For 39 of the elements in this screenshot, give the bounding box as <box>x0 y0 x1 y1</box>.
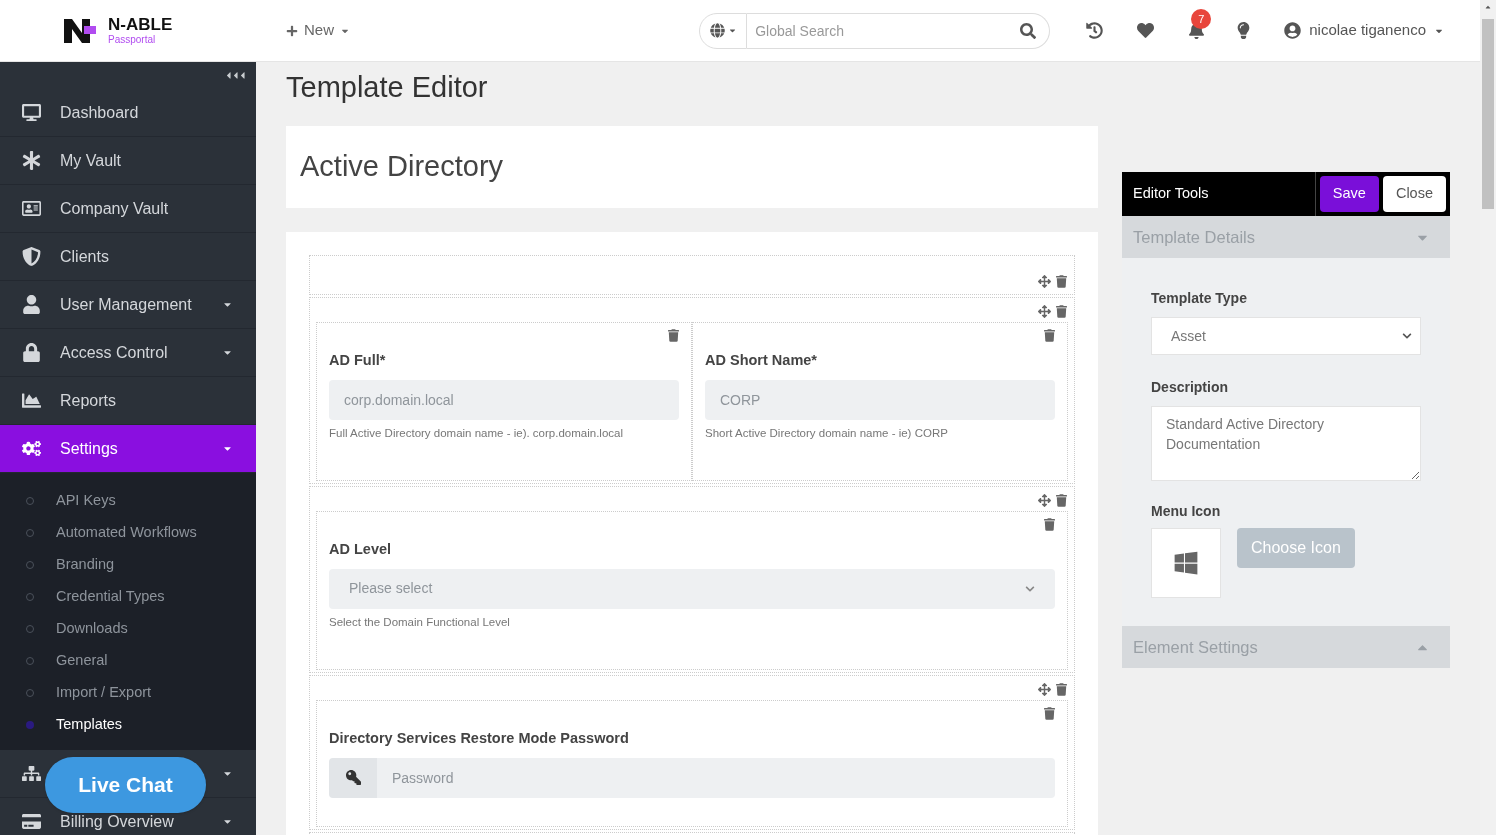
new-button[interactable]: New <box>286 19 350 42</box>
field-label: Directory Services Restore Mode Password <box>329 729 630 748</box>
page-title: Template Editor <box>286 70 488 106</box>
template-name: Active Directory <box>300 149 504 185</box>
field-label: Description <box>1151 378 1229 397</box>
user-menu[interactable]: nicolae tiganenco <box>1284 19 1444 42</box>
submenu-item[interactable]: Downloads <box>0 613 256 645</box>
editor-tools-header: Editor Tools Save Close <box>1122 172 1450 216</box>
sidebar-item[interactable]: Clients <box>0 233 256 281</box>
help-text: Short Active Directory domain name - ie) CORP <box>705 425 949 441</box>
save-button[interactable]: Save <box>1319 176 1379 212</box>
text-field[interactable]: corp.domain.local <box>329 379 679 420</box>
help-text: Full Active Directory domain name - ie). corp.domain.local <box>329 425 624 441</box>
field-label: Menu Icon <box>1151 502 1222 521</box>
select-field[interactable]: Asset <box>1151 317 1421 355</box>
submenu-item[interactable]: Import / Export <box>0 677 256 709</box>
submenu-item[interactable]: Automated Workflows <box>0 517 256 549</box>
submenu-item[interactable]: Branding <box>0 549 256 581</box>
description-field[interactable]: Standard Active Directory Documentation <box>1151 406 1421 481</box>
logo-text: N-ABLE <box>108 16 173 33</box>
close-button[interactable]: Close <box>1382 176 1446 212</box>
submenu-item[interactable]: Credential Types <box>0 581 256 613</box>
submenu-item[interactable]: API Keys <box>0 485 256 517</box>
sidebar-item[interactable]: User Management <box>0 281 256 329</box>
field-label: AD Short Name* <box>705 351 818 370</box>
field-label: AD Full* <box>329 351 387 370</box>
logo-subtitle: Passportal <box>108 35 157 45</box>
notification-badge: 7 <box>1191 9 1212 29</box>
field-label: Template Type <box>1151 289 1248 308</box>
sidebar-item[interactable]: Settings <box>0 425 256 473</box>
text-field[interactable]: CORP <box>705 379 1055 420</box>
submenu-item[interactable]: Templates <box>0 709 256 741</box>
submenu-item[interactable]: General <box>0 645 256 677</box>
search-field[interactable]: Global Search <box>747 12 1051 49</box>
field-label: AD Level <box>329 540 393 559</box>
help-text: Select the Domain Functional Level <box>329 614 511 630</box>
live-chat-popup[interactable]: Live Chat <box>45 757 206 813</box>
sidebar-item[interactable]: Access Control <box>0 329 256 377</box>
password-field[interactable]: Password <box>377 757 1055 798</box>
